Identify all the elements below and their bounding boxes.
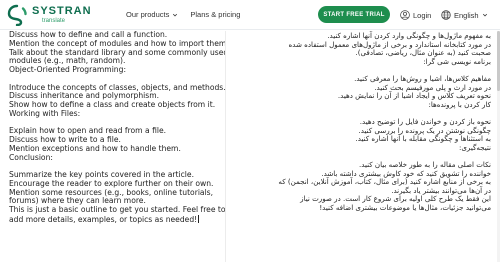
source-line: add more details, examples, or topics as… [9,214,200,224]
translation-output: به مفهوم ماژول‌ها و چگونگی وارد کردن آنه… [239,31,491,212]
target-line: به استثناها و چگونگی مقابله با آنها اشار… [355,134,491,144]
brand-subtitle: translate [42,18,66,24]
top-navbar: SYSTRAN translate Our products Plans & p… [0,0,500,30]
language-selector[interactable]: English [441,10,488,20]
systran-logo[interactable]: SYSTRAN translate [6,4,92,26]
globe-icon [441,10,451,20]
login-label: Login [413,10,432,20]
source-text-pane[interactable]: Discuss how to define and call a functio… [0,31,226,262]
source-line: Object-Oriented Programming: [9,65,126,74]
nav-products-label: Our products [126,10,170,19]
target-line: برنامه نویسی شی گرا: [423,56,491,66]
target-line: نتیجه‌گیری: [458,142,491,152]
nav-item-plans[interactable]: Plans & pricing [190,10,240,19]
chevron-down-icon [173,13,178,16]
brand-name: SYSTRAN [32,5,92,17]
source-line: This is just a basic outline to get you … [9,205,226,214]
language-label: English [454,10,479,20]
user-icon [400,10,410,20]
login-link[interactable]: Login [400,10,431,20]
nav-item-products[interactable]: Our products [126,10,178,19]
translation-pane: به مفهوم ماژول‌ها و چگونگی وارد کردن آنه… [227,31,500,262]
target-line: کار کردن با پرونده‌ها: [428,99,491,109]
text-cursor [198,214,200,223]
systran-logo-icon [7,4,27,26]
chevron-down-icon [482,13,487,17]
nav-links: Our products Plans & pricing [126,10,252,19]
start-free-trial-button[interactable]: START FREE TRIAL [318,6,390,23]
source-line: Working with Files: [9,108,81,118]
source-textarea[interactable]: Discuss how to define and call a functio… [9,31,226,225]
source-line: Conclusion: [9,152,53,162]
target-line: می‌توانید جزئیات، مثال‌ها یا موضوعات بیش… [319,202,491,212]
nav-plans-label: Plans & pricing [190,10,241,19]
